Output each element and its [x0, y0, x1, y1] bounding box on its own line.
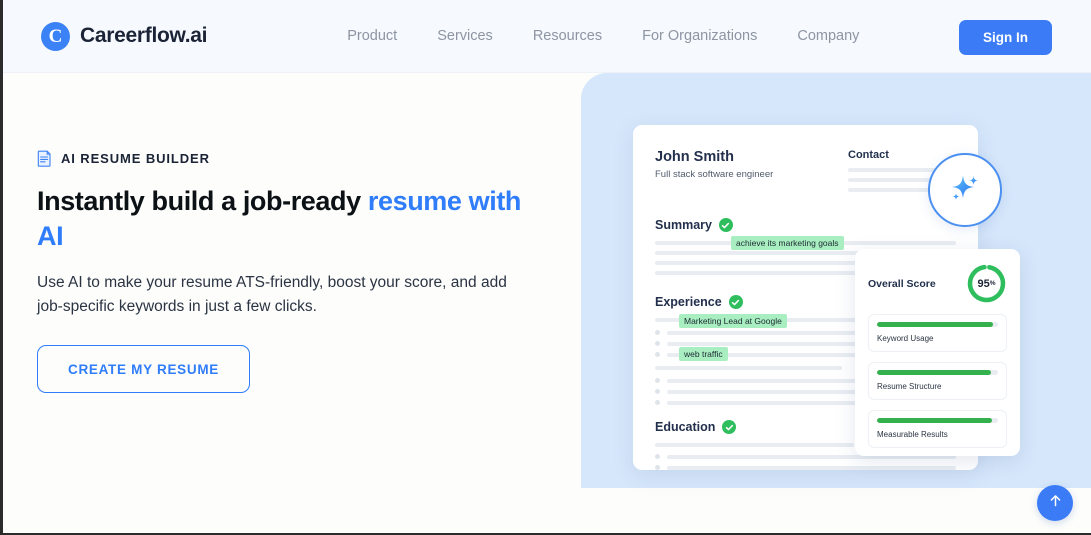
bullet-dot [655, 330, 660, 335]
sparkle-icon [945, 168, 985, 213]
bullet-dot [655, 352, 660, 357]
score-progress-ring: 95% [966, 263, 1007, 304]
page-title: Instantly build a job-ready resume with … [37, 184, 547, 253]
resume-candidate-name: John Smith [655, 149, 734, 165]
resume-candidate-role: Full stack software engineer [655, 169, 774, 180]
sign-in-button[interactable]: Sign In [959, 20, 1052, 55]
nav-item-for-organizations[interactable]: For Organizations [642, 28, 757, 44]
metric-resume-structure: Resume Structure [868, 362, 1007, 400]
resume-section-summary: Summary [655, 218, 956, 232]
create-my-resume-button[interactable]: CREATE MY RESUME [37, 345, 250, 394]
resume-contact-heading: Contact [848, 149, 889, 161]
metric-measurable-results: Measurable Results [868, 410, 1007, 448]
overall-score-card: Overall Score 95% Keyword Usage Resume S… [855, 249, 1020, 456]
check-circle-icon [728, 295, 743, 309]
landing-page: C Careerflow.ai Product Services Resourc… [0, 0, 1091, 535]
highlight-pill-experience: Marketing Lead at Google [679, 314, 787, 328]
ai-sparkle-badge [928, 153, 1002, 227]
scroll-to-top-button[interactable] [1037, 485, 1073, 521]
nav-item-product[interactable]: Product [347, 28, 397, 44]
logo-text: Careerflow.ai [80, 24, 208, 47]
metric-keyword-usage: Keyword Usage [868, 314, 1007, 352]
careerflow-logo-icon: C [41, 21, 70, 51]
document-icon [37, 150, 52, 167]
nav-item-company[interactable]: Company [797, 28, 859, 44]
check-circle-icon [718, 218, 733, 232]
hero-eyebrow: AI RESUME BUILDER [37, 150, 547, 167]
hero-subcopy: Use AI to make your resume ATS-friendly,… [37, 274, 507, 316]
metric-label: Resume Structure [877, 382, 942, 391]
section-title-experience: Experience [655, 295, 722, 309]
bullet-dot [655, 454, 660, 459]
overall-score-title: Overall Score [868, 277, 936, 290]
main-nav: Product Services Resources For Organizat… [347, 28, 859, 44]
highlight-pill-web-traffic: web traffic [679, 347, 728, 361]
hero-content: AI RESUME BUILDER Instantly build a job-… [37, 150, 547, 394]
section-title-summary: Summary [655, 218, 712, 232]
bullet-dot [655, 341, 660, 346]
nav-item-resources[interactable]: Resources [533, 28, 602, 44]
headline-plain: Instantly build a job-ready [37, 186, 368, 216]
bullet-dot [655, 465, 660, 470]
bullet-dot [655, 389, 660, 394]
arrow-up-icon [1047, 492, 1064, 514]
logo[interactable]: C Careerflow.ai [41, 21, 208, 51]
highlight-pill-summary: achieve its marketing goals [731, 236, 844, 250]
check-circle-icon [722, 420, 737, 434]
bullet-dot [655, 400, 660, 405]
site-header: C Careerflow.ai Product Services Resourc… [3, 0, 1091, 73]
section-title-education: Education [655, 420, 716, 434]
score-value: 95% [977, 277, 996, 290]
metric-label: Measurable Results [877, 430, 948, 439]
hero-eyebrow-label: AI RESUME BUILDER [61, 151, 210, 166]
bullet-dot [655, 378, 660, 383]
nav-item-services[interactable]: Services [437, 28, 493, 44]
metric-label: Keyword Usage [877, 334, 934, 343]
